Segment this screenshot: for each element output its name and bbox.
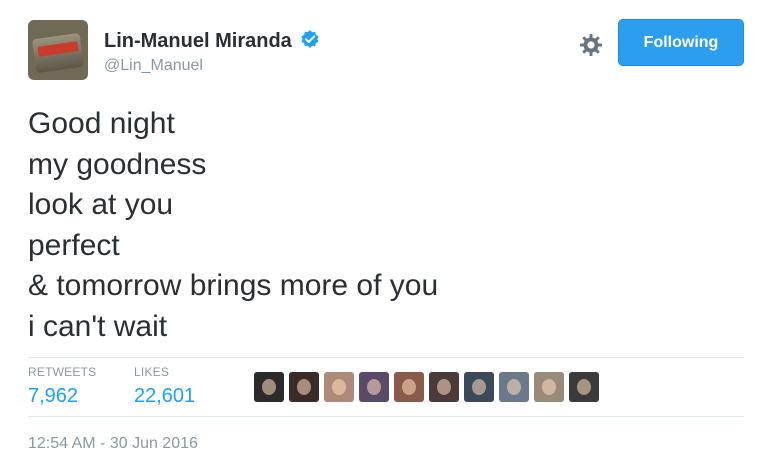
retweets-count[interactable]: 7,962: [28, 385, 96, 408]
liker-avatar[interactable]: [289, 372, 319, 402]
gear-icon[interactable]: [579, 33, 603, 57]
liker-avatar[interactable]: [324, 372, 354, 402]
tweet-line: & tomorrow brings more of you: [28, 269, 439, 302]
liker-avatar[interactable]: [569, 372, 599, 402]
user-handle[interactable]: @Lin_Manuel: [104, 57, 203, 75]
tweet-line: look at you: [28, 188, 174, 221]
liker-face: [297, 379, 311, 395]
author-name-row[interactable]: Lin-Manuel Miranda: [104, 29, 320, 54]
liker-face: [577, 379, 591, 395]
liker-avatar[interactable]: [499, 372, 529, 402]
liker-face: [402, 379, 416, 395]
liker-face: [367, 379, 381, 395]
liker-face: [262, 379, 276, 395]
liker-face: [472, 379, 486, 395]
tweet-line: i can't wait: [28, 309, 168, 343]
following-button[interactable]: Following: [618, 19, 744, 66]
liker-face: [507, 379, 521, 395]
tweet-text: Good night my goodness look at you perfe…: [28, 104, 438, 347]
liker-face: [437, 379, 451, 395]
liker-avatar[interactable]: [534, 372, 564, 402]
likes-label: LIKES: [134, 365, 170, 379]
liker-face: [332, 379, 346, 395]
tweet-line: perfect: [28, 228, 120, 262]
liker-avatar[interactable]: [464, 372, 494, 402]
liker-avatars: [254, 372, 599, 402]
divider: [28, 357, 744, 358]
verified-badge-icon: [300, 29, 320, 54]
tweet-timestamp[interactable]: 12:54 AM - 30 Jun 2016: [28, 435, 198, 453]
likes-count[interactable]: 22,601: [134, 385, 195, 408]
avatar[interactable]: [28, 20, 88, 80]
tweet-line: my goodness: [28, 147, 207, 181]
retweets-label: RETWEETS: [28, 365, 97, 379]
tweet-line: Good night: [28, 107, 175, 140]
display-name[interactable]: Lin-Manuel Miranda: [104, 30, 292, 52]
liker-avatar[interactable]: [429, 372, 459, 402]
likes-stat[interactable]: LIKES 22,601: [134, 365, 195, 408]
divider: [28, 416, 744, 417]
liker-avatar[interactable]: [254, 372, 284, 402]
liker-avatar[interactable]: [394, 372, 424, 402]
liker-face: [542, 379, 556, 395]
retweets-stat[interactable]: RETWEETS 7,962: [28, 365, 96, 408]
liker-avatar[interactable]: [359, 372, 389, 402]
